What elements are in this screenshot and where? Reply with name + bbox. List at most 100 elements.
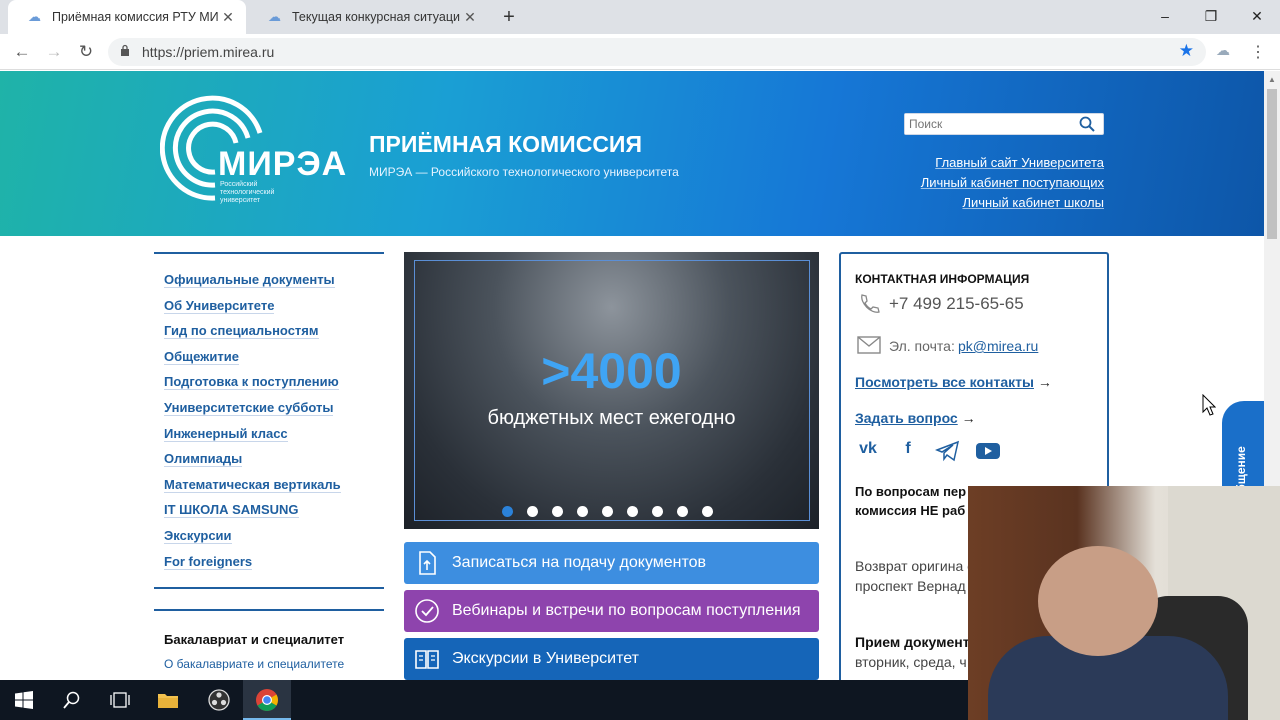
mirea-logo[interactable]: МИРЭА Российский технологический универс… [159, 93, 346, 213]
logo-subtitle: Российский технологический университет [220, 181, 275, 204]
url-text: https://priem.mirea.ru [142, 44, 275, 60]
address-bar[interactable]: https://priem.mirea.ru ★ [108, 38, 1206, 66]
page-title: ПРИЁМНАЯ КОМИССИЯ [369, 131, 642, 157]
tab-title: Текущая конкурсная ситуация [292, 10, 460, 24]
menu-item-official-documents[interactable]: Официальные документы [154, 270, 384, 296]
arrow-right-icon: → [1037, 374, 1052, 390]
menu-item-saturdays[interactable]: Университетские субботы [154, 398, 384, 424]
social-links: vk f [855, 440, 1001, 462]
reload-icon[interactable]: ↻ [74, 40, 98, 64]
all-contacts-link[interactable]: Посмотреть все контакты → [855, 374, 1052, 390]
slider-dots [502, 506, 713, 517]
file-explorer-icon[interactable] [144, 680, 192, 720]
ask-question-link[interactable]: Задать вопрос → [855, 410, 976, 426]
bachelor-link[interactable]: О бакалавриате и специалитете [164, 657, 344, 671]
tab-title: Приёмная комиссия РТУ МИРЭА [52, 10, 218, 24]
minimize-button[interactable]: – [1142, 4, 1188, 28]
search-icon[interactable] [1079, 116, 1095, 132]
taskbar-search-icon[interactable] [48, 680, 96, 720]
bachelor-heading: Бакалавриат и специалитет [164, 632, 345, 647]
left-menu: Официальные документы Об Университете Ги… [154, 252, 384, 577]
menu-item-engineering-class[interactable]: Инженерный класс [154, 424, 384, 450]
browser-tab-strip: ☁ Приёмная комиссия РТУ МИРЭА ✕ ☁ Текуща… [0, 0, 1280, 34]
document-upload-icon [419, 551, 436, 575]
slider-headline: >4000 [541, 343, 682, 399]
close-tab-icon[interactable]: ✕ [218, 9, 238, 26]
apply-documents-label: Записаться на подачу документов [452, 554, 707, 571]
slider-dot[interactable] [677, 506, 688, 517]
scroll-up-arrow-icon[interactable]: ▲ [1268, 75, 1276, 84]
hero-slider[interactable]: >4000 бюджетных мест ежегодно [404, 252, 819, 529]
phone-icon [861, 294, 880, 313]
slider-dot[interactable] [702, 506, 713, 517]
menu-item-foreigners[interactable]: For foreigners [154, 552, 384, 578]
webcam-person-face [1038, 546, 1158, 656]
webinars-button[interactable]: Вебинары и встречи по вопросам поступлен… [404, 590, 819, 632]
menu-item-math-vertical[interactable]: Математическая вертикаль [154, 475, 384, 501]
menu-item-about-university[interactable]: Об Университете [154, 296, 384, 322]
school-cabinet-link[interactable]: Личный кабинет школы [962, 195, 1104, 210]
menu-divider [154, 609, 384, 611]
search-box[interactable] [904, 113, 1104, 135]
browser-menu-icon[interactable]: ⋮ [1250, 42, 1266, 62]
main-site-link[interactable]: Главный сайт Университета [935, 155, 1104, 170]
book-icon [415, 650, 439, 669]
menu-item-specialties-guide[interactable]: Гид по специальностям [154, 321, 384, 347]
forward-arrow-icon[interactable]: → [42, 40, 66, 64]
excursions-button[interactable]: Экскурсии в Университет [404, 638, 819, 680]
webcam-overlay [968, 486, 1280, 720]
scroll-thumb[interactable] [1267, 89, 1277, 239]
task-view-icon[interactable] [96, 680, 144, 720]
youtube-icon[interactable] [975, 440, 1001, 462]
slider-dot[interactable] [502, 506, 513, 517]
excursions-label: Экскурсии в Университет [452, 650, 639, 667]
menu-item-it-samsung[interactable]: IT ШКОЛА SAMSUNG [154, 500, 384, 526]
vk-icon[interactable]: vk [855, 440, 881, 462]
windows-start-icon[interactable] [0, 680, 48, 720]
close-window-button[interactable]: ✕ [1234, 4, 1280, 28]
slider-dot[interactable] [652, 506, 663, 517]
logo-text: МИРЭА [218, 145, 348, 183]
check-circle-icon [415, 599, 439, 623]
search-input[interactable] [905, 114, 1075, 134]
facebook-icon[interactable]: f [895, 440, 921, 462]
mail-icon [857, 336, 881, 354]
email-link[interactable]: pk@mirea.ru [958, 338, 1038, 354]
menu-item-dormitory[interactable]: Общежитие [154, 347, 384, 373]
back-arrow-icon[interactable]: ← [10, 40, 34, 64]
tab-priem[interactable]: ☁ Приёмная комиссия РТУ МИРЭА ✕ [8, 0, 246, 34]
menu-item-preparation[interactable]: Подготовка к поступлению [154, 372, 384, 398]
apply-documents-button[interactable]: Записаться на подачу документов [404, 542, 819, 584]
page-subtitle: МИРЭА — Российского технологического уни… [369, 165, 679, 179]
slider-dot[interactable] [527, 506, 538, 517]
applicant-cabinet-link[interactable]: Личный кабинет поступающих [921, 175, 1104, 190]
extension-cloud-icon[interactable]: ☁ [1216, 42, 1236, 62]
close-tab-icon[interactable]: ✕ [460, 9, 480, 26]
contact-phone[interactable]: +7 499 215-65-65 [889, 294, 1024, 314]
slider-dot[interactable] [627, 506, 638, 517]
menu-item-excursions[interactable]: Экскурсии [154, 526, 384, 552]
email-label: Эл. почта: [889, 338, 955, 354]
slider-dot[interactable] [552, 506, 563, 517]
site-favicon-icon: ☁ [28, 9, 41, 24]
bookmark-star-icon[interactable]: ★ [1179, 41, 1194, 61]
menu-divider [154, 587, 384, 589]
browser-toolbar: ← → ↻ https://priem.mirea.ru ★ ☁ ⋮ [0, 34, 1280, 70]
menu-item-olympiads[interactable]: Олимпиады [154, 449, 384, 475]
telegram-icon[interactable] [935, 440, 961, 462]
slider-dot[interactable] [602, 506, 613, 517]
maximize-button[interactable]: ❐ [1188, 4, 1234, 28]
chrome-icon[interactable] [243, 680, 291, 720]
mouse-cursor-icon [1202, 394, 1216, 416]
contact-heading: КОНТАКТНАЯ ИНФОРМАЦИЯ [855, 272, 1030, 286]
windows-taskbar [0, 680, 968, 720]
obs-icon[interactable] [195, 680, 243, 720]
webinars-label: Вебинары и встречи по вопросам поступлен… [452, 602, 801, 619]
slider-dot[interactable] [577, 506, 588, 517]
site-favicon-icon: ☁ [268, 9, 281, 24]
lock-icon [121, 44, 129, 56]
new-tab-button[interactable]: + [498, 6, 520, 28]
tab-konkurs[interactable]: ☁ Текущая конкурсная ситуация ✕ [248, 0, 488, 34]
arrow-right-icon: → [961, 410, 976, 426]
slider-caption: бюджетных мест ежегодно [487, 407, 736, 429]
